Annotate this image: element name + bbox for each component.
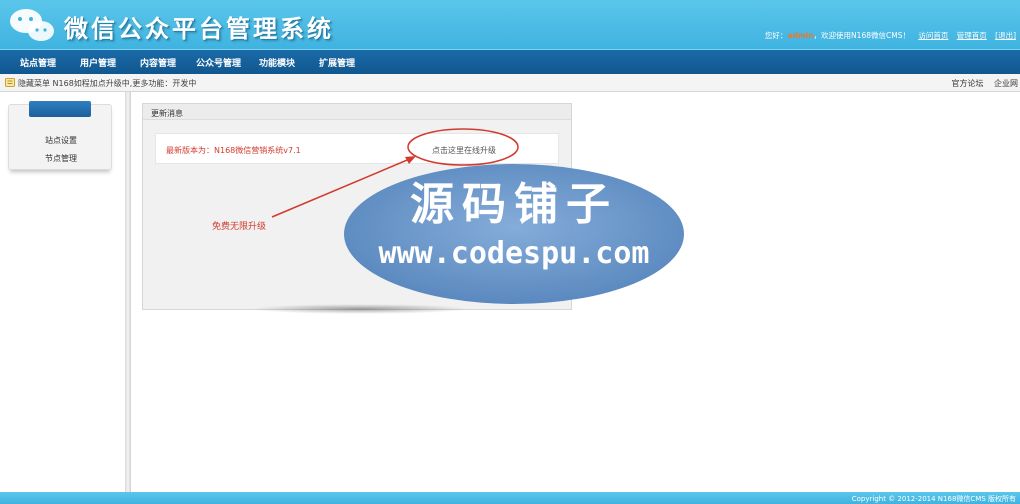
logout-link[interactable]: [退出] (995, 31, 1016, 40)
latest-version-text: 最新版本为：N168微信营销系统v7.1 (166, 146, 301, 155)
enterprise-link[interactable]: 企业网 (994, 79, 1018, 88)
app-title: 微信公众平台管理系统 (64, 14, 334, 43)
nav-site-management[interactable]: 站点管理 (20, 56, 56, 69)
online-upgrade-link[interactable]: 点击这里在线升级 (432, 145, 496, 156)
watermark-text: 源码铺子 (410, 179, 618, 230)
header-links: 您好：admin，欢迎使用N168微信CMS！ 访问首页 管理首页 [退出] (765, 30, 1016, 41)
copyright-text: Copyright © 2012-2014 N168微信CMS 版权所有 (851, 495, 1016, 503)
greeting-prefix: 您好： (764, 31, 788, 40)
notice-bar: 隐藏菜单 N168如程加点升级中,更多功能：开发中 官方论坛 企业网 (0, 74, 1020, 92)
notice-text: 隐藏菜单 N168如程加点升级中,更多功能：开发中 (18, 79, 197, 88)
panel-shadow (250, 304, 470, 314)
admin-home-link[interactable]: 管理首页 (957, 31, 987, 40)
watermark-url: www.codespu.com (378, 236, 650, 271)
footer: Copyright © 2012-2014 N168微信CMS 版权所有 (0, 492, 1020, 504)
annotation-label: 免费无限升级 (212, 222, 267, 232)
nav-account-management[interactable]: 公众号管理 (196, 56, 241, 69)
nav-user-management[interactable]: 用户管理 (80, 56, 116, 69)
sidebar: 站点设置 节点管理 (0, 92, 125, 492)
forum-link[interactable]: 官方论坛 (951, 79, 983, 88)
sidebar-item-node-management[interactable]: 节点管理 (9, 153, 113, 164)
username: admin (787, 31, 814, 40)
nav-function-modules[interactable]: 功能模块 (259, 56, 295, 69)
main-nav: 站点管理 用户管理 内容管理 公众号管理 功能模块 扩展管理 (0, 49, 1020, 74)
panel-header: 更新消息 (143, 104, 571, 120)
visit-home-link[interactable]: 访问首页 (918, 31, 948, 40)
panel-title: 更新消息 (151, 109, 183, 118)
greeting-suffix: ，欢迎使用N168微信CMS！ (813, 31, 910, 40)
nav-extension-management[interactable]: 扩展管理 (319, 56, 355, 69)
notice-icon (5, 78, 15, 87)
nav-content-management[interactable]: 内容管理 (140, 56, 176, 69)
sidebar-item-site-settings[interactable]: 站点设置 (9, 135, 113, 146)
update-box: 最新版本为：N168微信营销系统v7.1 点击这里在线升级 (155, 133, 559, 164)
sidebar-splitter[interactable] (125, 92, 131, 492)
sidebar-header-tab (29, 101, 91, 117)
header: 微信公众平台管理系统 您好：admin，欢迎使用N168微信CMS！ 访问首页 … (0, 0, 1020, 49)
sidebar-menu: 站点设置 节点管理 (8, 101, 113, 170)
notice-links: 官方论坛 企业网 (943, 78, 1018, 89)
wechat-logo-icon (10, 9, 54, 41)
